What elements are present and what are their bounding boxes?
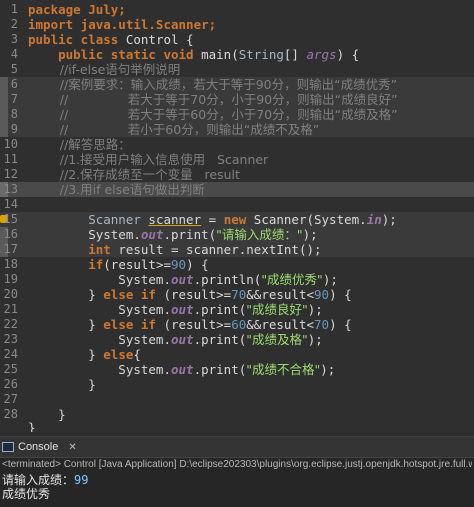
- line-number: 26: [3, 377, 18, 391]
- tab-console[interactable]: Console ✕: [2, 439, 77, 455]
- line-number: 27: [3, 392, 18, 406]
- code-text: //案例要求：输入成绩，若大于等于90分，则输出“成绩优秀”: [28, 77, 398, 92]
- code-line-3[interactable]: 3 public class Control {: [0, 32, 474, 47]
- line-number: 3: [10, 32, 18, 46]
- code-text: int result = scanner.nextInt();: [28, 242, 322, 257]
- code-text: import java.util.Scanner;: [28, 17, 217, 32]
- code-text: }: [28, 377, 96, 392]
- code-text: //3.用if else语句做出判断: [28, 182, 205, 197]
- console-panel[interactable]: Console ✕ <terminated> Control [Java App…: [0, 436, 474, 507]
- code-text: //1.接受用户输入信息使用 Scanner: [28, 152, 269, 167]
- code-line-23[interactable]: 23 System.out.print("成绩及格");: [0, 332, 474, 347]
- code-line-18[interactable]: 18 if(result>=90) {: [0, 257, 474, 272]
- code-text: } else{: [28, 347, 141, 362]
- code-line-6[interactable]: 6 //案例要求：输入成绩，若大于等于90分，则输出“成绩优秀”: [0, 77, 474, 92]
- code-text: System.out.print("成绩及格");: [28, 332, 323, 347]
- console-output-line: 成绩优秀: [2, 487, 51, 501]
- code-text: if(result>=90) {: [28, 257, 209, 272]
- code-line-13[interactable]: 13 //3.用if else语句做出判断: [0, 182, 474, 197]
- code-line-17[interactable]: 17 int result = scanner.nextInt();: [0, 242, 474, 257]
- code-text: // 若小于60分，则输出“成绩不及格”: [28, 122, 320, 137]
- code-line-1[interactable]: 1 package July;: [0, 2, 474, 17]
- code-text: //解答思路：: [28, 137, 131, 152]
- code-text: System.out.print("成绩良好");: [28, 302, 323, 317]
- line-number: 25: [3, 362, 18, 376]
- line-number: 17: [3, 242, 18, 256]
- code-line-5[interactable]: 5 //if-else语句举例说明: [0, 62, 474, 77]
- line-number: 10: [3, 137, 18, 151]
- line-number: 9: [10, 122, 18, 136]
- code-line-10[interactable]: 10 //解答思路：: [0, 137, 474, 152]
- code-line-8[interactable]: 8 // 若大于等于60分，小于70分，则输出“成绩及格”: [0, 107, 474, 122]
- tab-label: Console: [18, 441, 59, 453]
- close-icon[interactable]: ✕: [68, 442, 76, 453]
- line-number: 24: [3, 347, 18, 361]
- code-line-16[interactable]: 16 System.out.print("请输入成绩：");: [0, 227, 474, 242]
- line-number: 23: [3, 332, 18, 346]
- code-line-4[interactable]: 4 public static void main(String[] args)…: [0, 47, 474, 62]
- code-line-9[interactable]: 9 // 若小于60分，则输出“成绩不及格”: [0, 122, 474, 137]
- code-line-29[interactable]: }: [0, 420, 474, 432]
- code-line-11[interactable]: 11 //1.接受用户输入信息使用 Scanner: [0, 152, 474, 167]
- code-line-14[interactable]: 14: [0, 197, 474, 212]
- code-text: //2.保存成绩至一个变量 result: [28, 167, 240, 182]
- console-icon: [2, 442, 14, 452]
- line-number: 18: [3, 257, 18, 271]
- line-number: 15: [3, 212, 18, 226]
- code-line-7[interactable]: 7 // 若大于等于70分，小于90分，则输出“成绩良好”: [0, 92, 474, 107]
- console-tab-bar: Console ✕: [0, 437, 474, 458]
- code-line-19[interactable]: 19 System.out.println("成绩优秀");: [0, 272, 474, 287]
- line-number: 2: [10, 17, 18, 31]
- code-line-24[interactable]: 24 } else{: [0, 347, 474, 362]
- terminated-status: <terminated> Control [Java Application] …: [2, 459, 472, 470]
- code-text: System.out.print("成绩不合格");: [28, 362, 336, 377]
- line-number: 11: [3, 152, 18, 166]
- code-text: } else if (result>=70&&result<90) {: [28, 287, 352, 302]
- code-line-27[interactable]: 27: [0, 392, 474, 407]
- code-text: package July;: [28, 2, 126, 17]
- code-line-2[interactable]: 2 import java.util.Scanner;: [0, 17, 474, 32]
- line-number: 22: [3, 317, 18, 331]
- code-line-12[interactable]: 12 //2.保存成绩至一个变量 result: [0, 167, 474, 182]
- line-number: 20: [3, 287, 18, 301]
- line-number: 16: [3, 227, 18, 241]
- line-number: 6: [10, 77, 18, 91]
- line-number: 5: [10, 62, 18, 76]
- code-text: public static void main(String[] args) {: [28, 47, 360, 62]
- code-text: // 若大于等于60分，小于70分，则输出“成绩及格”: [28, 107, 398, 122]
- code-text: //if-else语句举例说明: [28, 62, 181, 77]
- code-text: }: [28, 420, 36, 432]
- line-number: 19: [3, 272, 18, 286]
- code-editor[interactable]: 1 package July; 2 import java.util.Scann…: [0, 0, 474, 432]
- code-text: public class Control {: [28, 32, 194, 47]
- code-line-26[interactable]: 26 }: [0, 377, 474, 392]
- line-number: 13: [3, 182, 18, 196]
- code-line-22[interactable]: 22 } else if (result>=60&&result<70) {: [0, 317, 474, 332]
- code-text: System.out.print("请输入成绩：");: [28, 227, 318, 242]
- code-text: } else if (result>=60&&result<70) {: [28, 317, 352, 332]
- code-line-15[interactable]: 15 Scanner scanner = new Scanner(System.…: [0, 212, 474, 227]
- code-text: // 若大于等于70分，小于90分，则输出“成绩良好”: [28, 92, 398, 107]
- line-number: 8: [10, 107, 18, 121]
- line-number: 4: [10, 47, 18, 61]
- code-line-25[interactable]: 25 System.out.print("成绩不合格");: [0, 362, 474, 377]
- line-number: 1: [10, 2, 18, 16]
- code-line-20[interactable]: 20 } else if (result>=70&&result<90) {: [0, 287, 474, 302]
- line-number: 14: [3, 197, 18, 211]
- code-text: System.out.println("成绩优秀");: [28, 272, 338, 287]
- line-number: 12: [3, 167, 18, 181]
- line-number: 21: [3, 302, 18, 316]
- line-number: 7: [10, 92, 18, 106]
- code-line-21[interactable]: 21 System.out.print("成绩良好");: [0, 302, 474, 317]
- code-text: Scanner scanner = new Scanner(System.in)…: [28, 212, 397, 227]
